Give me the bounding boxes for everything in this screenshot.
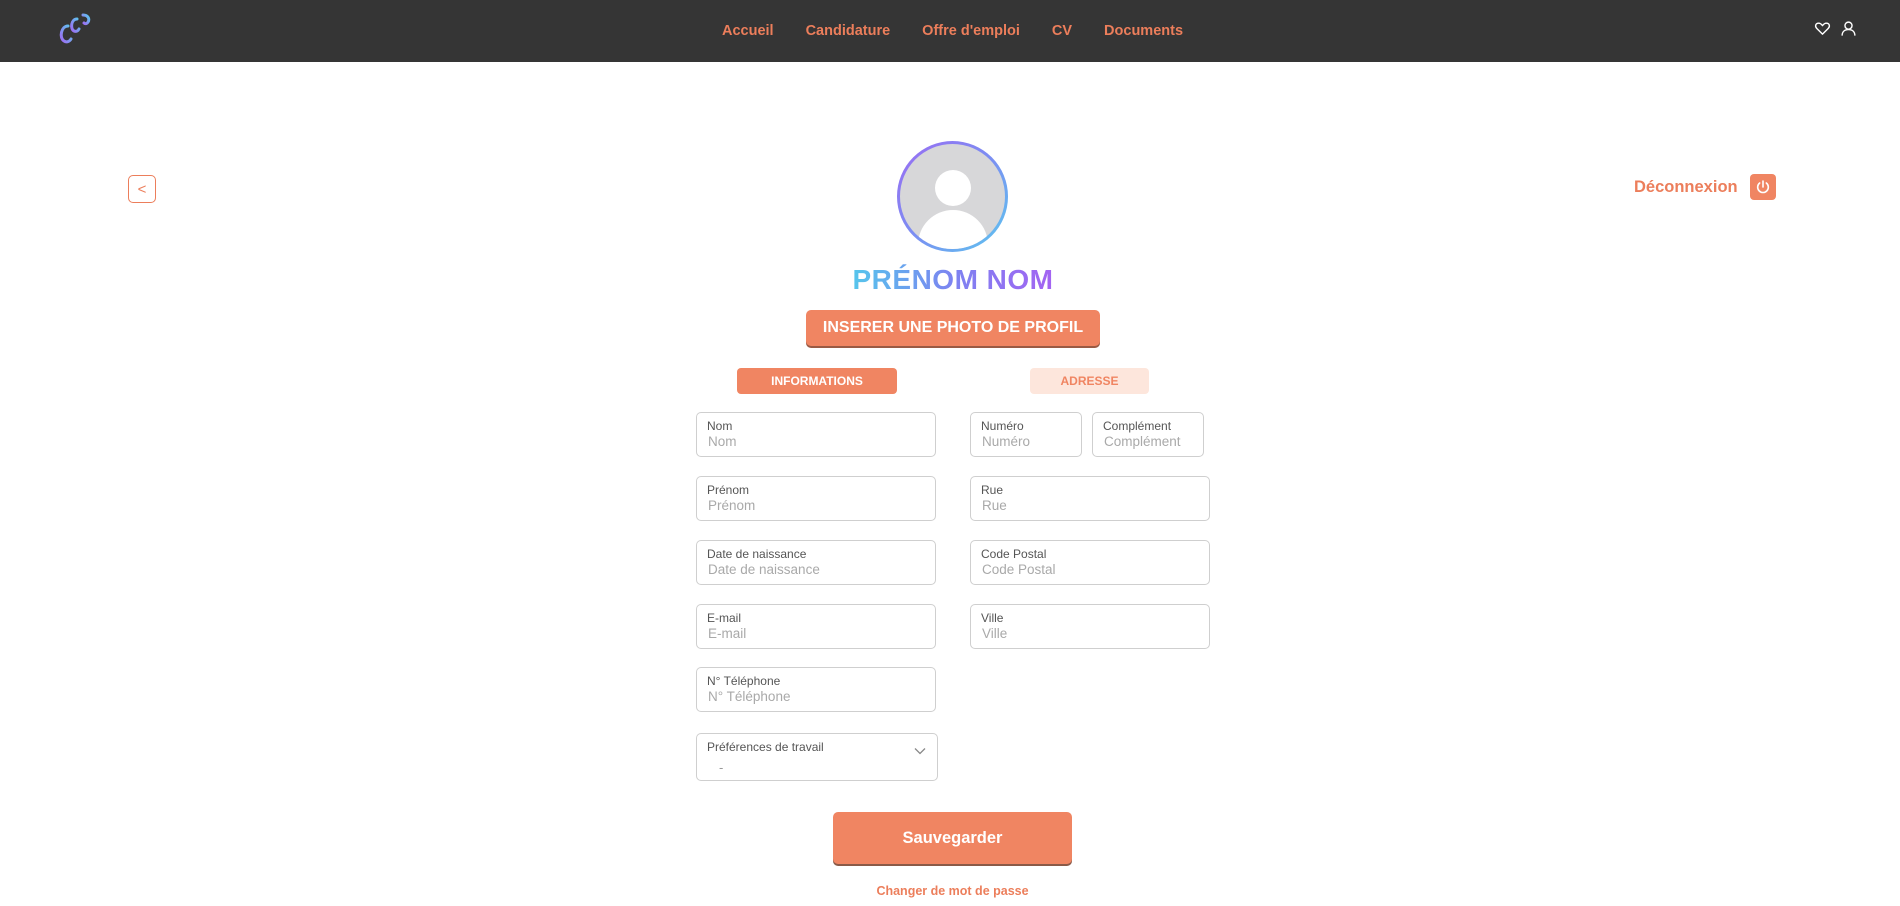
preferences-travail-value: - xyxy=(719,760,724,775)
avatar-head-shape xyxy=(935,170,971,206)
telephone-label: N° Téléphone xyxy=(707,674,781,688)
prenom-field[interactable]: Prénom xyxy=(696,476,936,521)
chevron-down-icon xyxy=(914,748,926,755)
preferences-travail-label: Préférences de travail xyxy=(707,740,824,754)
logout-label[interactable]: Déconnexion xyxy=(1634,178,1738,197)
nav-link-cv[interactable]: CV xyxy=(1052,23,1072,39)
nav-link-documents[interactable]: Documents xyxy=(1104,23,1183,39)
logout-area[interactable]: Déconnexion xyxy=(1634,174,1776,200)
avatar[interactable] xyxy=(897,141,1008,252)
ville-input[interactable] xyxy=(982,626,1201,641)
code-postal-input[interactable] xyxy=(982,562,1201,577)
main-nav: Accueil Candidature Offre d'emploi CV Do… xyxy=(0,0,1900,62)
date-naissance-label: Date de naissance xyxy=(707,547,807,561)
user-icon[interactable] xyxy=(1840,20,1857,37)
nom-input[interactable] xyxy=(708,434,927,449)
rue-field[interactable]: Rue xyxy=(970,476,1210,521)
insert-photo-button[interactable]: INSERER UNE PHOTO DE PROFIL xyxy=(806,310,1100,346)
tab-adresse[interactable]: ADRESSE xyxy=(1030,368,1149,394)
profile-name: PRÉNOM NOM xyxy=(700,264,1206,296)
change-password-link[interactable]: Changer de mot de passe xyxy=(836,884,1069,898)
rue-input[interactable] xyxy=(982,498,1201,513)
profile-name-text: PRÉNOM NOM xyxy=(852,264,1054,295)
email-field[interactable]: E-mail xyxy=(696,604,936,649)
preferences-travail-select[interactable]: Préférences de travail - xyxy=(696,733,938,781)
tab-informations[interactable]: INFORMATIONS xyxy=(737,368,897,394)
power-icon xyxy=(1756,180,1769,194)
code-postal-field[interactable]: Code Postal xyxy=(970,540,1210,585)
nom-field[interactable]: Nom xyxy=(696,412,936,457)
avatar-body-shape xyxy=(918,210,988,249)
nav-link-offre-emploi[interactable]: Offre d'emploi xyxy=(922,23,1020,39)
ville-label: Ville xyxy=(981,611,1004,625)
complement-field[interactable]: Complément xyxy=(1092,412,1204,457)
telephone-field[interactable]: N° Téléphone xyxy=(696,667,936,712)
nom-label: Nom xyxy=(707,419,733,433)
date-naissance-field[interactable]: Date de naissance xyxy=(696,540,936,585)
rue-label: Rue xyxy=(981,483,1004,497)
complement-input[interactable] xyxy=(1104,434,1195,449)
prenom-label: Prénom xyxy=(707,483,750,497)
code-postal-label: Code Postal xyxy=(981,547,1047,561)
email-label: E-mail xyxy=(707,611,742,625)
email-input[interactable] xyxy=(708,626,927,641)
heart-icon[interactable] xyxy=(1814,20,1831,37)
complement-label: Complément xyxy=(1103,419,1172,433)
top-navbar: Accueil Candidature Offre d'emploi CV Do… xyxy=(0,0,1900,62)
avatar-placeholder xyxy=(900,144,1005,249)
nav-link-accueil[interactable]: Accueil xyxy=(722,23,774,39)
telephone-input[interactable] xyxy=(708,689,927,704)
numero-input[interactable] xyxy=(982,434,1073,449)
date-naissance-input[interactable] xyxy=(708,562,927,577)
ville-field[interactable]: Ville xyxy=(970,604,1210,649)
numero-field[interactable]: Numéro xyxy=(970,412,1082,457)
prenom-input[interactable] xyxy=(708,498,927,513)
header-icons xyxy=(1814,20,1857,37)
back-button[interactable]: < xyxy=(128,175,156,203)
numero-label: Numéro xyxy=(981,419,1024,433)
nav-link-candidature[interactable]: Candidature xyxy=(806,23,891,39)
save-button[interactable]: Sauvegarder xyxy=(833,812,1072,864)
logout-button[interactable] xyxy=(1749,174,1776,200)
